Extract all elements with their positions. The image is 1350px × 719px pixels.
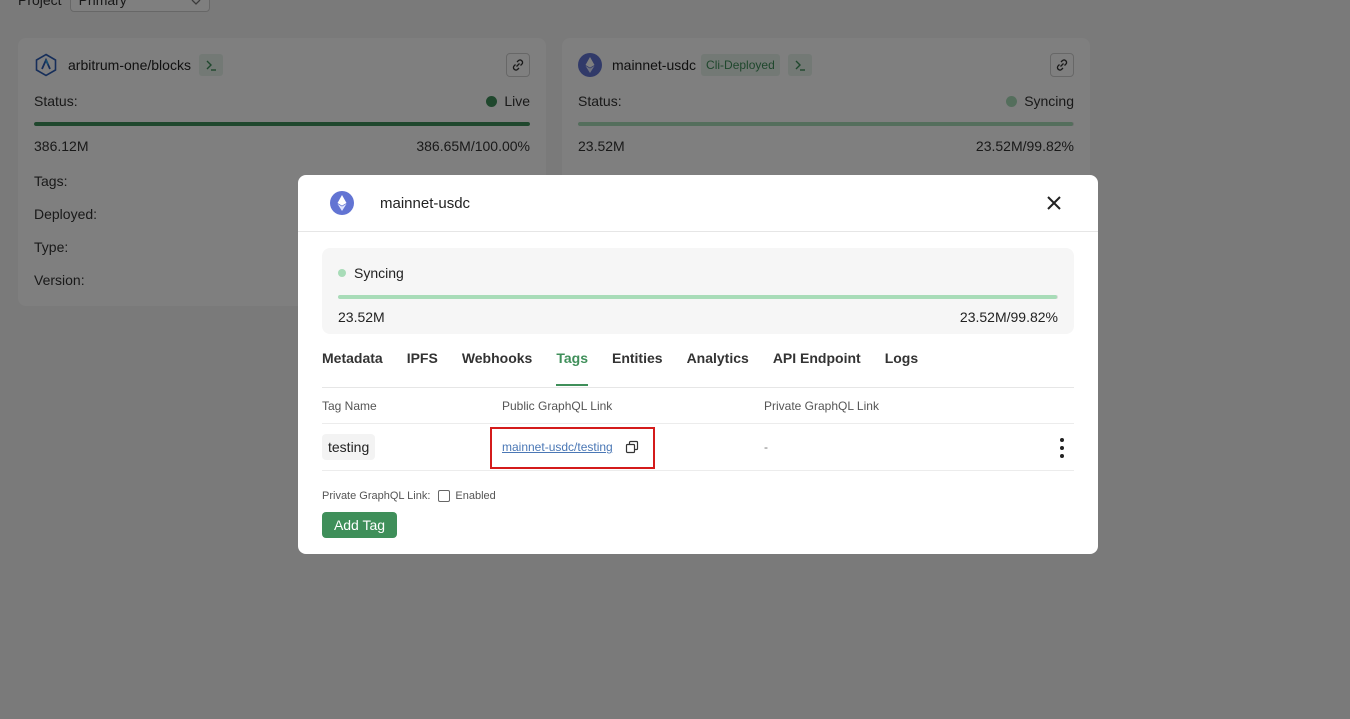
sync-progress-bar bbox=[338, 295, 1058, 299]
ethereum-logo-icon bbox=[330, 191, 354, 215]
tab-entities[interactable]: Entities bbox=[612, 348, 663, 387]
column-header-tag-name: Tag Name bbox=[322, 398, 377, 413]
more-options-icon[interactable] bbox=[1058, 438, 1066, 458]
tags-table: Tag Name Public GraphQL Link Private Gra… bbox=[322, 388, 1074, 471]
private-link-toggle-row: Private GraphQL Link: Enabled bbox=[322, 488, 1074, 504]
tab-tags[interactable]: Tags bbox=[556, 348, 588, 387]
column-header-private-link: Private GraphQL Link bbox=[764, 398, 879, 413]
tab-ipfs[interactable]: IPFS bbox=[407, 348, 438, 387]
table-header: Tag Name Public GraphQL Link Private Gra… bbox=[322, 388, 1074, 424]
details-tabs: Metadata IPFS Webhooks Tags Entities Ana… bbox=[322, 348, 1074, 388]
enabled-label: Enabled bbox=[455, 490, 496, 502]
highlight-box bbox=[490, 427, 655, 469]
modal-title: mainnet-usdc bbox=[380, 194, 471, 212]
tab-analytics[interactable]: Analytics bbox=[687, 348, 749, 387]
tab-api-endpoint[interactable]: API Endpoint bbox=[773, 348, 861, 387]
subgraph-details-modal: mainnet-usdc Syncing 23.52M 23.52M/99.82… bbox=[298, 175, 1098, 554]
status-dot bbox=[338, 269, 346, 277]
current-block: 23.52M bbox=[338, 309, 385, 325]
tab-logs[interactable]: Logs bbox=[885, 348, 918, 387]
tab-webhooks[interactable]: Webhooks bbox=[462, 348, 533, 387]
private-graphql-link: - bbox=[764, 440, 768, 454]
block-progress: 23.52M/99.82% bbox=[959, 309, 1058, 325]
progress-fill bbox=[338, 295, 1057, 299]
column-header-public-link: Public GraphQL Link bbox=[502, 398, 613, 413]
add-tag-button[interactable]: Add Tag bbox=[322, 512, 397, 538]
close-icon[interactable] bbox=[1042, 191, 1066, 215]
sync-status-panel: Syncing 23.52M 23.52M/99.82% bbox=[322, 248, 1074, 334]
enabled-checkbox[interactable] bbox=[438, 490, 451, 502]
tab-metadata[interactable]: Metadata bbox=[322, 348, 383, 387]
tag-name: testing bbox=[322, 434, 376, 460]
private-link-label: Private GraphQL Link: bbox=[322, 490, 431, 502]
sync-status-text: Syncing bbox=[354, 265, 404, 281]
table-row: testing mainnet-usdc/testing - bbox=[322, 424, 1074, 471]
